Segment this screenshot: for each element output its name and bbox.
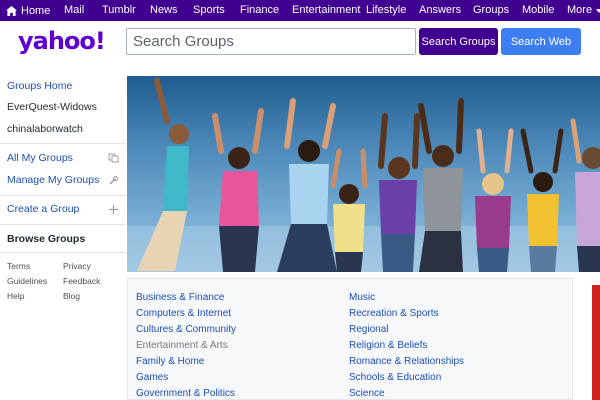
yahoo-logo[interactable]: yahoo! (18, 27, 106, 55)
sidebar-group-chinalaborwatch[interactable]: chinalaborwatch (7, 123, 83, 135)
category-link[interactable]: Regional (349, 324, 388, 335)
category-link[interactable]: Computers & Internet (136, 308, 231, 319)
sidebar-group-everquest-widows[interactable]: EverQuest-Widows (7, 101, 97, 113)
sidebar: Groups Home EverQuest-Widows chinalaborw… (0, 72, 126, 400)
search-input[interactable] (126, 28, 416, 55)
category-link[interactable]: Games (136, 372, 168, 383)
category-link[interactable]: Religion & Beliefs (349, 340, 427, 351)
category-link[interactable]: Music (349, 292, 375, 303)
sidebar-create-group[interactable]: Create a Group (7, 203, 79, 215)
category-link[interactable]: Cultures & Community (136, 324, 236, 335)
category-link[interactable]: Business & Finance (136, 292, 224, 303)
nav-home-label: Home (21, 4, 51, 17)
hero-banner-image (127, 76, 600, 272)
jumping-people-illustration (127, 78, 600, 272)
nav-link-groups[interactable]: Groups (473, 0, 509, 21)
side-panel-edge (592, 285, 600, 400)
footer-terms[interactable]: Terms (7, 261, 30, 271)
nav-link-lifestyle[interactable]: Lifestyle (366, 0, 406, 21)
nav-home[interactable]: Home (0, 5, 54, 17)
nav-link-mobile[interactable]: Mobile (522, 0, 554, 21)
sidebar-divider (0, 252, 126, 253)
sidebar-groups-home[interactable]: Groups Home (7, 80, 72, 92)
category-link[interactable]: Schools & Education (349, 372, 441, 383)
search-web-button[interactable]: Search Web (501, 28, 581, 55)
footer-privacy[interactable]: Privacy (63, 261, 91, 271)
category-link[interactable]: Recreation & Sports (349, 308, 439, 319)
footer-feedback[interactable]: Feedback (63, 276, 100, 286)
nav-link-entertainment[interactable]: Entertainment (292, 0, 360, 21)
sidebar-all-my-groups[interactable]: All My Groups (7, 152, 73, 164)
wrench-icon (109, 175, 119, 185)
footer-help[interactable]: Help (7, 291, 24, 301)
top-nav-bar: Home Mail Tumblr News Sports Finance Ent… (0, 0, 600, 21)
nav-link-mail[interactable]: Mail (64, 0, 84, 21)
browse-categories-panel: Business & Finance Computers & Internet … (127, 278, 573, 400)
nav-link-news[interactable]: News (150, 0, 178, 21)
nav-link-answers[interactable]: Answers (419, 0, 461, 21)
category-link[interactable]: Government & Politics (136, 388, 235, 399)
plus-icon[interactable] (108, 204, 119, 215)
nav-more-menu[interactable]: More (567, 0, 600, 21)
sidebar-divider (0, 195, 126, 196)
chevron-down-icon (596, 8, 600, 13)
sidebar-divider (0, 224, 126, 225)
nav-link-tumblr[interactable]: Tumblr (102, 0, 136, 21)
footer-blog[interactable]: Blog (63, 291, 80, 301)
groups-icon (108, 153, 119, 163)
category-link[interactable]: Science (349, 388, 385, 399)
category-link[interactable]: Romance & Relationships (349, 356, 464, 367)
nav-link-finance[interactable]: Finance (240, 0, 279, 21)
sidebar-browse-groups[interactable]: Browse Groups (7, 233, 85, 245)
sidebar-manage-my-groups[interactable]: Manage My Groups (7, 174, 99, 186)
sidebar-divider (0, 143, 126, 144)
category-link[interactable]: Entertainment & Arts (136, 340, 228, 351)
search-groups-button[interactable]: Search Groups (419, 28, 498, 55)
nav-more-label: More (567, 4, 593, 16)
nav-link-sports[interactable]: Sports (193, 0, 225, 21)
footer-guidelines[interactable]: Guidelines (7, 276, 47, 286)
home-icon (6, 5, 17, 16)
category-link[interactable]: Family & Home (136, 356, 204, 367)
